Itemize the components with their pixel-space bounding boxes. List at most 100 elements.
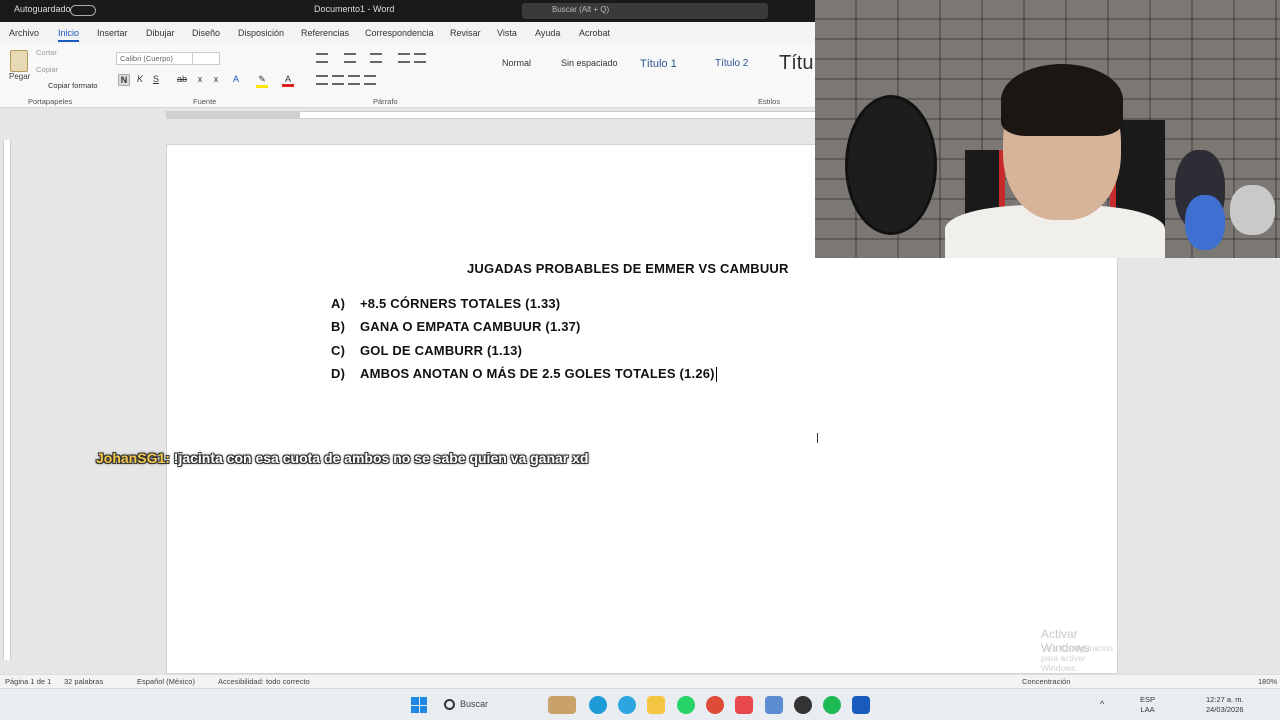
webcam-video [815, 0, 1280, 258]
document-list: A) +8.5 CÓRNERS TOTALES (1.33) B) GANA O E… [331, 296, 717, 389]
superscript-button[interactable]: x [210, 74, 222, 84]
multilevel-list-icon[interactable] [370, 53, 382, 63]
tab-correspondencia[interactable]: Correspondencia [365, 28, 434, 38]
tab-archivo[interactable]: Archivo [9, 28, 39, 38]
taskbar-search-icon[interactable] [444, 699, 455, 710]
chrome-icon[interactable] [706, 696, 724, 714]
chat-overlay: JohanSG1: !jacinta con esa cuota de ambo… [96, 447, 596, 469]
paragraph-group-label: Párrafo [373, 97, 398, 106]
list-item-text: GOL DE CAMBURR (1.13) [360, 342, 523, 358]
fan-image [845, 95, 937, 235]
tab-vista[interactable]: Vista [497, 28, 517, 38]
document-title: Documento1 - Word [314, 4, 395, 14]
zoom-level[interactable]: 180% [1258, 677, 1277, 686]
align-left-icon[interactable] [316, 75, 328, 85]
ribbon: Pegar Cortar Copiar Copiar formato Porta… [0, 44, 815, 108]
text-effects-icon[interactable]: A [230, 74, 242, 84]
ruler-margin [166, 111, 300, 119]
tab-referencias[interactable]: Referencias [301, 28, 349, 38]
tab-dibujar[interactable]: Dibujar [146, 28, 175, 38]
autosave-label: Autoguardado [14, 4, 71, 14]
paste-icon[interactable] [10, 50, 28, 72]
style-normal[interactable]: Normal [502, 58, 531, 68]
tab-insertar[interactable]: Insertar [97, 28, 128, 38]
title-bar: Autoguardado Documento1 - Word Buscar (A… [0, 0, 815, 22]
clock-date: 24/03/2026 [1206, 705, 1244, 714]
list-item: B) GANA O EMPATA CAMBUUR (1.37) [331, 319, 717, 342]
status-bar: Página 1 de 1 32 palabras Español (Méxic… [0, 674, 1280, 688]
list-item-letter: B) [331, 319, 346, 335]
copy-button[interactable]: Copiar [36, 65, 58, 74]
font-color-icon[interactable]: A [282, 74, 294, 87]
chat-username: JohanSG1: [96, 450, 170, 466]
language-indicator[interactable]: ESP LAA [1140, 695, 1155, 715]
subscript-button[interactable]: x [194, 74, 206, 84]
search-input[interactable]: Buscar (Alt + Q) [522, 3, 768, 19]
word-count[interactable]: 32 palabras [64, 677, 103, 686]
whatsapp-icon[interactable] [677, 696, 695, 714]
edge-icon[interactable] [589, 696, 607, 714]
vertical-ruler[interactable] [3, 140, 11, 660]
ribbon-tabs: Archivo Inicio Insertar Dibujar Diseño D… [0, 22, 815, 44]
style-sin-espaciado[interactable]: Sin espaciado [561, 58, 618, 68]
paste-button[interactable]: Pegar [9, 72, 30, 81]
file-explorer-icon[interactable] [647, 696, 665, 714]
focus-mode-button[interactable]: Concentración [1022, 677, 1070, 686]
list-item-text: +8.5 CÓRNERS TOTALES (1.33) [360, 296, 561, 311]
taskbar-search-label[interactable]: Buscar [460, 699, 488, 709]
justify-icon[interactable] [364, 75, 376, 85]
keyboard-layout: LAA [1140, 705, 1155, 714]
tab-revisar[interactable]: Revisar [450, 28, 481, 38]
font-size-select[interactable] [192, 52, 220, 65]
tab-inicio[interactable]: Inicio [58, 28, 80, 42]
tray-chevron-icon[interactable]: ^ [1100, 699, 1104, 709]
style-titulo[interactable]: Títu [779, 52, 813, 75]
list-item: A) +8.5 CÓRNERS TOTALES (1.33) [331, 296, 717, 319]
decrease-indent-icon[interactable] [398, 53, 410, 63]
numbering-icon[interactable] [344, 53, 356, 63]
highlight-icon[interactable]: ✎ [256, 74, 268, 88]
telegram-icon[interactable] [618, 696, 636, 714]
word-icon[interactable] [852, 696, 870, 714]
tab-disposicion[interactable]: Disposición [238, 28, 284, 38]
list-item-letter: A) [331, 296, 346, 311]
language-status[interactable]: Español (México) [137, 677, 195, 686]
align-center-icon[interactable] [332, 75, 344, 85]
calculator-icon[interactable] [765, 696, 783, 714]
bold-button[interactable]: N [118, 74, 130, 86]
text-cursor [715, 366, 717, 382]
page-count[interactable]: Página 1 de 1 [5, 677, 51, 686]
cut-button[interactable]: Cortar [36, 48, 57, 57]
list-item: C) GOL DE CAMBURR (1.13) [331, 343, 717, 366]
tab-diseno[interactable]: Diseño [192, 28, 220, 38]
align-right-icon[interactable] [348, 75, 360, 85]
clock[interactable]: 12:27 a. m. 24/03/2026 [1206, 695, 1244, 715]
tab-ayuda[interactable]: Ayuda [535, 28, 560, 38]
taskbar-widget-icon[interactable] [548, 696, 576, 714]
windows-start-icon[interactable] [411, 697, 427, 713]
strikethrough-button[interactable]: ab [176, 74, 188, 84]
horizontal-ruler[interactable] [0, 108, 815, 122]
text-app-icon[interactable] [735, 696, 753, 714]
format-painter-button[interactable]: Copiar formato [48, 81, 98, 90]
style-titulo-2[interactable]: Título 2 [715, 58, 748, 69]
accessibility-status[interactable]: Accesibilidad: todo correcto [218, 677, 310, 686]
tab-acrobat[interactable]: Acrobat [579, 28, 610, 38]
plush-toy-blue [1185, 195, 1225, 250]
person-hair [1001, 64, 1123, 136]
increase-indent-icon[interactable] [414, 53, 426, 63]
underline-button[interactable]: S [150, 74, 162, 84]
list-item-letter: D) [331, 365, 346, 381]
styles-group-label: Estilos [758, 97, 781, 106]
italic-button[interactable]: K [134, 74, 146, 84]
autosave-toggle[interactable] [70, 5, 96, 16]
bullets-icon[interactable] [316, 53, 328, 63]
style-titulo-1[interactable]: Título 1 [640, 58, 677, 70]
list-item-text: AMBOS ANOTAN O MÁS DE 2.5 GOLES TOTALES … [360, 365, 715, 381]
spotify-icon[interactable] [823, 696, 841, 714]
taskbar: Buscar ^ ESP LAA 12:27 a. m. 24/03/2026 [0, 688, 1280, 720]
plush-toy-grey [1230, 185, 1275, 235]
language-code: ESP [1140, 695, 1156, 704]
list-item-text: GANA O EMPATA CAMBUUR (1.37) [360, 319, 581, 335]
obs-icon[interactable] [794, 696, 812, 714]
